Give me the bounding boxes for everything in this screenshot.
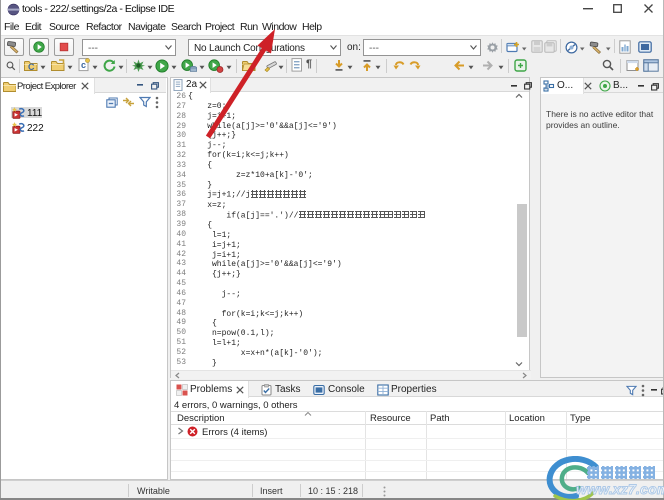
svg-text:C: C <box>28 62 35 72</box>
